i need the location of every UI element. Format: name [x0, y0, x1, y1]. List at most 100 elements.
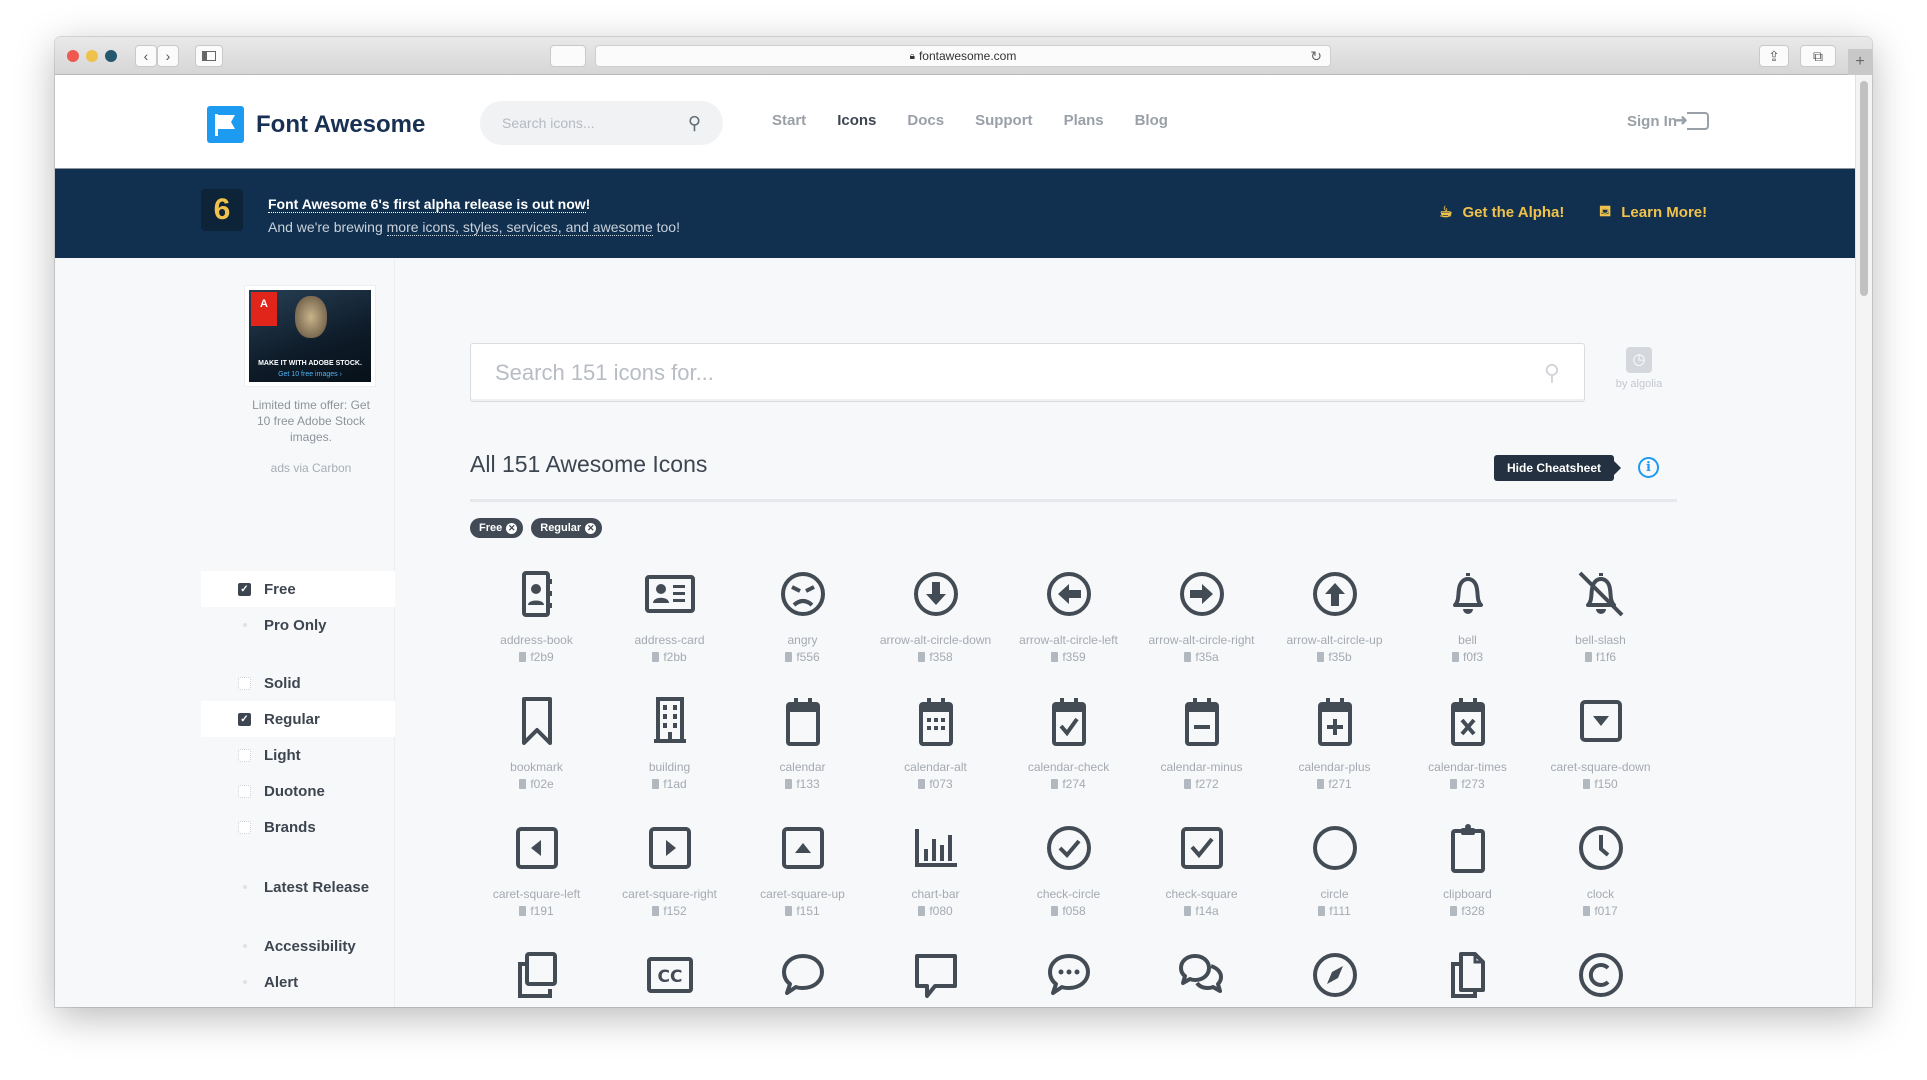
filter-brands[interactable]: Brands — [201, 809, 395, 845]
new-tab-button[interactable]: + — [1848, 49, 1872, 75]
icon-unicode-copy[interactable]: f35a — [1184, 650, 1219, 664]
icon-tile[interactable]: chart-bar f080 — [869, 817, 1002, 944]
icon-tile[interactable]: angry f556 — [736, 563, 869, 690]
tabs-button[interactable]: ⧉ — [1800, 45, 1836, 67]
minimize-window-button[interactable] — [86, 50, 98, 62]
sidebar-toggle-button[interactable] — [195, 45, 223, 67]
icon-unicode-copy[interactable]: f358 — [918, 650, 953, 664]
nav-docs[interactable]: Docs — [907, 112, 944, 129]
icon-search-input[interactable]: Search 151 icons for... ⚲ — [470, 343, 1585, 402]
icon-unicode-copy[interactable]: f150 — [1583, 777, 1618, 791]
icon-tile[interactable]: clonef24d — [470, 944, 603, 1007]
share-button[interactable]: ⇪ — [1759, 45, 1789, 67]
icon-tile[interactable]: clipboard f328 — [1401, 817, 1534, 944]
icon-unicode-copy[interactable]: f1ad — [652, 777, 687, 791]
icon-tile[interactable]: bookmark f02e — [470, 690, 603, 817]
forward-button[interactable]: › — [157, 45, 179, 67]
checkbox-unchecked[interactable] — [238, 821, 251, 834]
icon-tile[interactable]: compassf14e — [1268, 944, 1401, 1007]
zoom-window-button[interactable] — [105, 50, 117, 62]
icon-unicode-copy[interactable]: f073 — [918, 777, 953, 791]
icon-unicode-copy[interactable]: f328 — [1450, 904, 1485, 918]
nav-icons[interactable]: Icons — [837, 112, 876, 129]
icon-unicode-copy[interactable]: f017 — [1583, 904, 1618, 918]
ad-source[interactable]: ads via Carbon — [245, 461, 377, 475]
icon-tile[interactable]: calendar f133 — [736, 690, 869, 817]
algolia-badge[interactable]: ◷ by algolia — [1609, 347, 1669, 390]
icon-tile[interactable]: address-card f2bb — [603, 563, 736, 690]
hide-cheatsheet-button[interactable]: Hide Cheatsheet — [1494, 455, 1622, 481]
icon-unicode-copy[interactable]: f0f3 — [1451, 650, 1483, 664]
icon-unicode-copy[interactable]: f2b9 — [519, 650, 554, 664]
icon-tile[interactable]: caret-square-up f151 — [736, 817, 869, 944]
icon-tile[interactable]: copyf0c5 — [1401, 944, 1534, 1007]
filter-latest-release[interactable]: Latest Release — [201, 869, 395, 905]
icon-unicode-copy[interactable]: f273 — [1450, 777, 1485, 791]
icon-tile[interactable]: calendar-minus f272 — [1135, 690, 1268, 817]
icon-unicode-copy[interactable]: f1f6 — [1584, 650, 1616, 664]
filter-pro-only[interactable]: Pro Only — [201, 607, 395, 643]
icon-tile[interactable]: circle f111 — [1268, 817, 1401, 944]
icon-unicode-copy[interactable]: f191 — [519, 904, 554, 918]
checkbox-unchecked[interactable] — [238, 749, 251, 762]
icon-tile[interactable]: comment-altf27a — [869, 944, 1002, 1007]
nav-start[interactable]: Start — [772, 112, 806, 129]
header-search-input[interactable]: Search icons... ⚲ — [480, 101, 723, 145]
filter-alert[interactable]: Alert — [201, 964, 395, 1000]
icon-tile[interactable]: bell-slash f1f6 — [1534, 563, 1667, 690]
icon-tile[interactable]: building f1ad — [603, 690, 736, 817]
icon-tile[interactable]: check-square f14a — [1135, 817, 1268, 944]
icon-tile[interactable]: arrow-alt-circle-right f35a — [1135, 563, 1268, 690]
filter-animals[interactable]: Animals — [201, 1000, 395, 1007]
tab-overview-button[interactable] — [550, 45, 586, 67]
icon-tile[interactable]: bell f0f3 — [1401, 563, 1534, 690]
scrollbar-thumb[interactable] — [1860, 81, 1868, 296]
icon-tile[interactable]: caret-square-down f150 — [1534, 690, 1667, 817]
sign-in-link[interactable]: Sign In — [1627, 111, 1709, 130]
icon-unicode-copy[interactable]: f35b — [1317, 650, 1352, 664]
checkbox-checked[interactable]: ✓ — [238, 713, 251, 726]
nav-support[interactable]: Support — [975, 112, 1033, 129]
icon-unicode-copy[interactable]: f271 — [1317, 777, 1352, 791]
filter-free[interactable]: ✓ Free — [201, 571, 395, 607]
icon-tile[interactable]: arrow-alt-circle-left f359 — [1002, 563, 1135, 690]
icon-tile[interactable]: caret-square-right f152 — [603, 817, 736, 944]
icon-tile[interactable]: calendar-check f274 — [1002, 690, 1135, 817]
icon-tile[interactable]: commentsf086 — [1135, 944, 1268, 1007]
remove-tag-icon[interactable]: ✕ — [506, 522, 518, 534]
icon-tile[interactable]: check-circle f058 — [1002, 817, 1135, 944]
icon-unicode-copy[interactable]: f02e — [519, 777, 554, 791]
get-alpha-link[interactable]: ☕︎ Get the Alpha! — [1439, 203, 1564, 222]
banner-sub-link[interactable]: more icons, styles, services, and awesom… — [386, 219, 653, 236]
filter-duotone[interactable]: Duotone — [201, 773, 395, 809]
icon-unicode-copy[interactable]: f274 — [1051, 777, 1086, 791]
checkbox-unchecked[interactable] — [238, 785, 251, 798]
filter-tag-regular[interactable]: Regular ✕ — [531, 518, 603, 538]
back-button[interactable]: ‹ — [135, 45, 157, 67]
close-window-button[interactable] — [67, 50, 79, 62]
icon-tile[interactable]: CCclosed-captioningf20a — [603, 944, 736, 1007]
icon-unicode-copy[interactable]: f556 — [785, 650, 820, 664]
icon-unicode-copy[interactable]: f359 — [1051, 650, 1086, 664]
checkbox-checked[interactable]: ✓ — [238, 583, 251, 596]
icon-tile[interactable]: address-book f2b9 — [470, 563, 603, 690]
learn-more-link[interactable]: ⛾ Learn More! — [1599, 203, 1707, 222]
nav-blog[interactable]: Blog — [1135, 112, 1168, 129]
filter-light[interactable]: Light — [201, 737, 395, 773]
remove-tag-icon[interactable]: ✕ — [585, 522, 597, 534]
icon-tile[interactable]: commentf075 — [736, 944, 869, 1007]
icon-unicode-copy[interactable]: f058 — [1051, 904, 1086, 918]
page-scrollbar[interactable] — [1855, 75, 1872, 1007]
icon-unicode-copy[interactable]: f272 — [1184, 777, 1219, 791]
icon-unicode-copy[interactable]: f152 — [652, 904, 687, 918]
address-bar[interactable]: 🔒︎ fontawesome.com ↻ — [595, 45, 1331, 67]
filter-tag-free[interactable]: Free ✕ — [470, 518, 524, 538]
nav-plans[interactable]: Plans — [1064, 112, 1104, 129]
banner-headline-link[interactable]: Font Awesome 6's first alpha release is … — [268, 196, 586, 213]
icon-tile[interactable]: copyrightf1f9 — [1534, 944, 1667, 1007]
icon-unicode-copy[interactable]: f151 — [785, 904, 820, 918]
icon-unicode-copy[interactable]: f111 — [1318, 904, 1351, 918]
carbon-ad-image[interactable]: A MAKE IT WITH ADOBE STOCK. Get 10 free … — [245, 286, 375, 386]
icon-tile[interactable]: calendar-times f273 — [1401, 690, 1534, 817]
icon-tile[interactable]: arrow-alt-circle-down f358 — [869, 563, 1002, 690]
